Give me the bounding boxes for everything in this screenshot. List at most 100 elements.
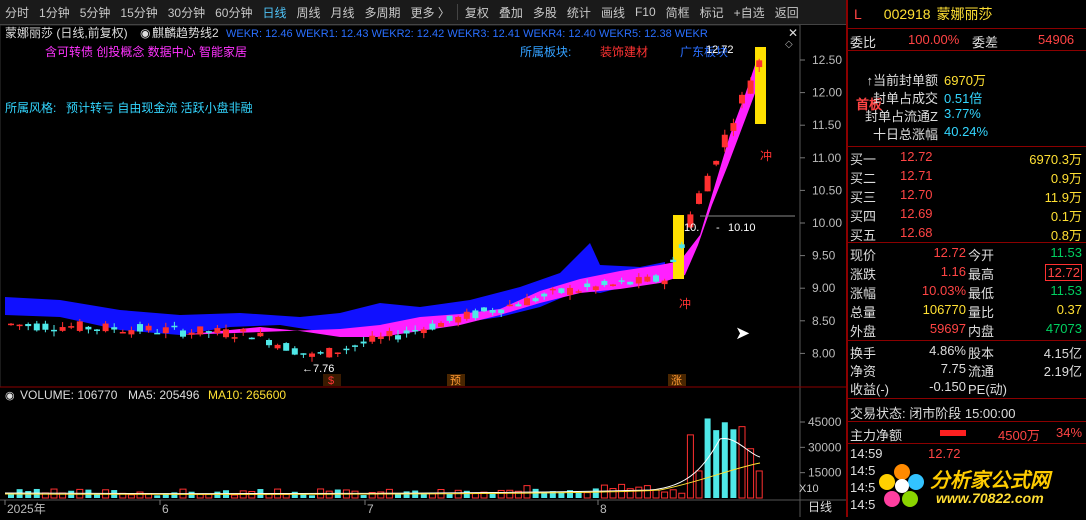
toolbar-item-15[interactable]: 画线 [596, 4, 630, 21]
toolbar-item-16[interactable]: F10 [630, 5, 661, 19]
candle-body [515, 304, 522, 307]
divider [848, 340, 1086, 341]
candle-body [119, 331, 126, 334]
candle-body [214, 328, 221, 333]
toolbar-item-13[interactable]: 多股 [528, 4, 562, 21]
toolbar-item-6[interactable]: 日线 [257, 4, 291, 21]
price-tick-label: 9.00 [812, 281, 836, 295]
toolbar-item-2[interactable]: 5分钟 [75, 4, 116, 21]
candle-body [618, 280, 625, 282]
toolbar-item-20[interactable]: 返回 [770, 4, 804, 21]
main-flow-pct: 34% [1056, 425, 1083, 440]
candle-body [386, 330, 393, 337]
quote-row: 总量 106770 量比 0.37 [848, 302, 1086, 320]
volume-bar [506, 489, 514, 499]
candle-body [352, 345, 358, 347]
quote-panel: L 002918 蒙娜丽莎 委比 100.00% 委差 54906 首板 ↑当前… [848, 0, 1086, 517]
candle-body [489, 309, 496, 313]
kline-chart-pane[interactable]: 12.50 12.00 11.50 11.00 10.50 10.00 9.50 9.00 8.… [0, 24, 846, 517]
toolbar-item-1[interactable]: 1分钟 [34, 4, 75, 21]
toolbar-item-19[interactable]: +自选 [729, 4, 770, 21]
toolbar-item-12[interactable]: 叠加 [494, 4, 528, 21]
candle-body [33, 323, 40, 331]
candle-body [713, 160, 720, 165]
close-indicator-icon[interactable]: ✕ [788, 26, 798, 40]
candle-body [653, 275, 659, 282]
period-tab[interactable]: 日线 [808, 500, 832, 514]
candle-body [223, 329, 229, 338]
candle-body [145, 325, 152, 331]
volume-bar [738, 426, 746, 499]
candle-body [266, 339, 272, 346]
toolbar-item-0[interactable]: 分时 [0, 4, 34, 21]
quote-value: 10.03% [921, 283, 966, 298]
weicha-label: 委差 [972, 35, 999, 50]
volume-bar [678, 492, 686, 499]
indicator-name[interactable]: 麒麟趋势线2 [152, 25, 219, 40]
collapse-icon[interactable]: ◉ [140, 26, 150, 40]
candle-body [730, 123, 737, 131]
volume-collapse-icon[interactable]: ◉ [5, 390, 15, 402]
candle-body [739, 94, 745, 104]
stat-label: 净资 [850, 364, 877, 379]
volume-bar [360, 495, 367, 498]
stat-label-2: 流通 [968, 364, 995, 379]
candle-body [747, 80, 754, 94]
candle-body [567, 287, 573, 295]
candle-body [205, 331, 212, 333]
toolbar-item-18[interactable]: 标记 [695, 4, 729, 21]
quote-value-2: 11.53 [1050, 245, 1082, 260]
toolbar-item-3[interactable]: 15分钟 [115, 4, 162, 21]
seal-row: 十日总涨幅 40.24% [848, 124, 1086, 142]
date-axis: 2025年 6 7 8 [4, 500, 607, 516]
candle-body [627, 281, 634, 285]
candle-body [610, 284, 616, 286]
stock-name[interactable]: 蒙娜丽莎 [937, 4, 993, 24]
toolbar-item-10[interactable]: 更多 〉 [406, 4, 455, 21]
price-tick-label: 8.50 [812, 314, 836, 328]
quote-label-2: 今开 [968, 248, 995, 263]
candle-body [670, 259, 677, 263]
divider [848, 242, 1086, 243]
candle-body [162, 327, 169, 334]
stat-value-2: 2.19亿 [1043, 364, 1082, 379]
quote-value-2: 11.53 [1050, 283, 1082, 298]
stat-label-2: PE(动) [968, 382, 1008, 397]
candle-body [300, 353, 307, 355]
bid-price: 12.72 [900, 149, 933, 164]
toolbar-item-4[interactable]: 30分钟 [163, 4, 210, 21]
volume-bar [231, 494, 239, 499]
candle-body [678, 244, 685, 248]
volume-bar [583, 492, 591, 499]
volume-bar [713, 430, 720, 498]
toolbar-item-9[interactable]: 多周期 [360, 4, 406, 21]
candle-body [721, 134, 728, 148]
bid-row: 买四 12.69 0.1万 [848, 206, 1086, 224]
toolbar-item-8[interactable]: 月线 [326, 4, 360, 21]
volume-bar [609, 488, 617, 499]
bid-label: 买四 [850, 209, 877, 224]
quote-label: 总量 [850, 305, 877, 320]
candle-body [704, 175, 711, 192]
high-price-label: 12.72 [706, 44, 734, 56]
tick-time: 14:5 [850, 497, 876, 512]
toolbar-item-17[interactable]: 简框 [661, 4, 695, 21]
volume-bar [721, 422, 728, 498]
stock-code[interactable]: 002918 [884, 6, 931, 22]
bid-volume: 11.9万 [1044, 190, 1082, 205]
quote-value-2: 0.37 [1056, 302, 1082, 317]
watermark-title: 分析家公式网 [930, 470, 1050, 492]
bid-price: 12.71 [900, 168, 933, 183]
mid-label-right: 10.10 [728, 222, 756, 234]
toolbar-item-11[interactable]: 复权 [460, 4, 494, 21]
low-price-label: ←7.76 [302, 363, 334, 375]
mouse-cursor-icon: ➤ [735, 323, 751, 343]
toolbar-item-7[interactable]: 周线 [291, 4, 325, 21]
volume-bar [463, 490, 470, 498]
date-tick-label: 2025年 [7, 502, 46, 516]
toolbar-item-5[interactable]: 60分钟 [210, 4, 257, 21]
kline-chart[interactable]: 12.50 12.00 11.50 11.00 10.50 10.00 9.50 9.00 8.… [0, 24, 846, 517]
quote-value-2: 12.72 [1045, 264, 1082, 281]
quote-value: 106770 [922, 302, 966, 317]
toolbar-item-14[interactable]: 统计 [562, 4, 596, 21]
